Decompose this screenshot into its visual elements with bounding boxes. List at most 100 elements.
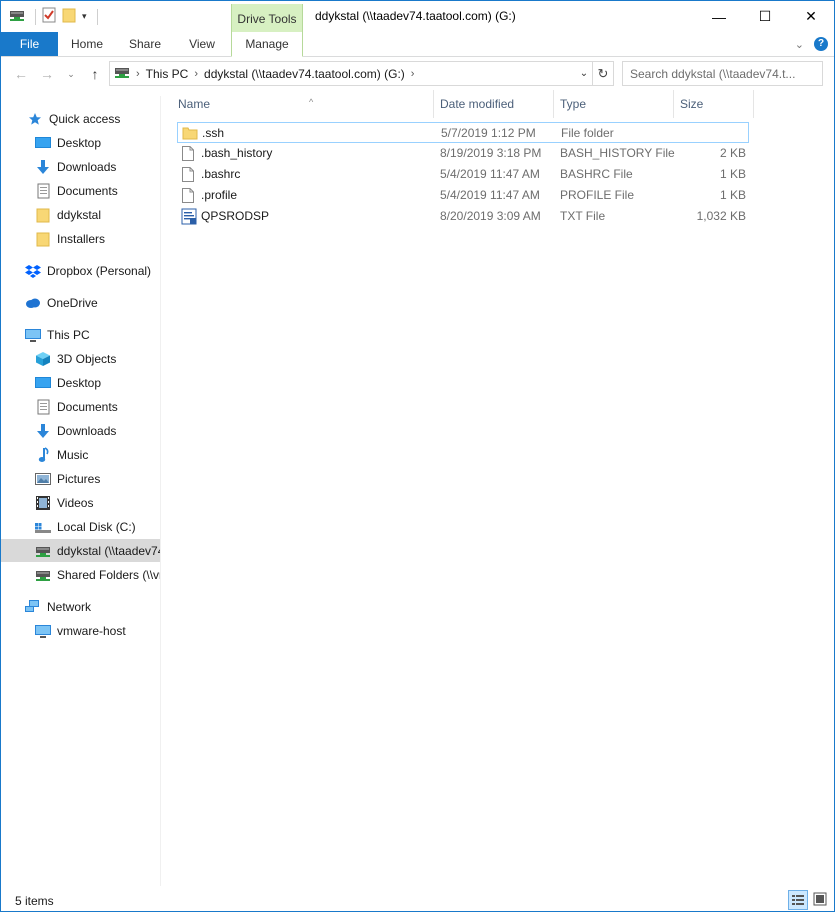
nav-pc-downloads[interactable]: Downloads bbox=[1, 419, 160, 442]
nav-label: This PC bbox=[47, 327, 90, 342]
text-file-icon bbox=[181, 208, 197, 225]
nav-label: Desktop bbox=[57, 135, 102, 150]
downloads-icon bbox=[35, 423, 51, 439]
nav-network[interactable]: Network bbox=[1, 595, 160, 618]
star-icon bbox=[27, 111, 43, 127]
file-type: TXT File bbox=[560, 209, 606, 223]
breadcrumb-this-pc[interactable]: This PC bbox=[146, 67, 189, 81]
title-bar: ▾ Drive Tools ddykstal (\\taadev74.taato… bbox=[1, 1, 834, 32]
navigation-pane[interactable]: Quick access Desktop 📌 Downloads 📌 Docum… bbox=[1, 96, 161, 886]
column-header-size[interactable]: Size bbox=[674, 90, 754, 118]
recent-locations-icon[interactable]: ⌄ bbox=[61, 65, 81, 83]
file-date: 8/20/2019 3:09 AM bbox=[440, 209, 541, 223]
forward-arrow-icon[interactable]: → bbox=[37, 65, 57, 83]
nav-qa-ddykstal[interactable]: ddykstal 📌 bbox=[1, 203, 160, 226]
nav-pc-desktop[interactable]: Desktop bbox=[1, 371, 160, 394]
desktop-icon bbox=[35, 375, 51, 391]
file-row[interactable]: .bashrc 5/4/2019 11:47 AM BASHRC File 1 … bbox=[177, 164, 749, 185]
tab-share[interactable]: Share bbox=[119, 32, 171, 56]
ribbon-tabs: File Home Share View Manage ⌄ ? bbox=[1, 32, 834, 57]
nav-label: 3D Objects bbox=[57, 351, 117, 366]
nav-pc-local-disk[interactable]: Local Disk (C:) bbox=[1, 515, 160, 538]
new-folder-icon[interactable] bbox=[62, 7, 76, 26]
large-icons-view-button[interactable] bbox=[811, 890, 831, 910]
nav-pc-documents[interactable]: Documents bbox=[1, 395, 160, 418]
drive-tools-context-header: Drive Tools bbox=[231, 4, 303, 32]
maximize-button[interactable]: ☐ bbox=[742, 1, 788, 32]
nav-network-vmware-host[interactable]: vmware-host bbox=[1, 619, 160, 642]
tab-view[interactable]: View bbox=[177, 32, 227, 56]
nav-quick-access[interactable]: Quick access bbox=[1, 107, 160, 130]
music-icon bbox=[35, 446, 51, 463]
nav-label: Network bbox=[47, 599, 92, 614]
column-header-name[interactable]: Name ^ bbox=[172, 90, 434, 118]
address-bar[interactable]: › This PC › ddykstal (\\taadev74.taatool… bbox=[109, 61, 614, 86]
nav-label: Dropbox (Personal) bbox=[47, 263, 152, 278]
chevron-right-icon[interactable]: › bbox=[136, 68, 140, 80]
dropbox-icon bbox=[25, 263, 41, 279]
properties-icon[interactable] bbox=[42, 7, 56, 26]
status-bar: 5 items bbox=[1, 888, 834, 911]
file-size: 1 KB bbox=[719, 188, 746, 202]
file-row[interactable]: .bash_history 8/19/2019 3:18 PM BASH_HIS… bbox=[177, 143, 749, 164]
search-placeholder: Search ddykstal (\\taadev74.t... bbox=[630, 67, 796, 81]
file-type: PROFILE File bbox=[560, 188, 635, 202]
file-list[interactable]: Name ^ Date modified Type Size .ssh 5/7/… bbox=[161, 90, 834, 886]
nav-pc-3d-objects[interactable]: 3D Objects bbox=[1, 347, 160, 370]
nav-dropbox[interactable]: Dropbox (Personal) bbox=[1, 259, 160, 282]
nav-label: Local Disk (C:) bbox=[57, 519, 136, 534]
breadcrumb-drive[interactable]: ddykstal (\\taadev74.taatool.com) (G:) bbox=[204, 67, 405, 81]
nav-qa-installers[interactable]: Installers 📌 bbox=[1, 227, 160, 250]
nav-label: Installers bbox=[57, 231, 106, 246]
network-drive-icon bbox=[35, 567, 51, 583]
nav-label: Shared Folders (\\vm bbox=[57, 567, 161, 582]
nav-pc-ddykstal-drive[interactable]: ddykstal (\\taadev74. bbox=[1, 539, 160, 562]
pictures-icon bbox=[35, 471, 51, 487]
details-view-button[interactable] bbox=[788, 890, 808, 910]
tab-home[interactable]: Home bbox=[62, 32, 112, 56]
column-header-type[interactable]: Type bbox=[554, 90, 674, 118]
nav-this-pc[interactable]: This PC bbox=[1, 323, 160, 346]
nav-pc-music[interactable]: Music bbox=[1, 443, 160, 466]
nav-qa-downloads[interactable]: Downloads 📌 bbox=[1, 155, 160, 178]
chevron-right-icon[interactable]: › bbox=[194, 68, 198, 80]
nav-qa-desktop[interactable]: Desktop 📌 bbox=[1, 131, 160, 154]
file-type: File folder bbox=[561, 126, 614, 140]
nav-onedrive[interactable]: OneDrive bbox=[1, 291, 160, 314]
file-row[interactable]: .ssh 5/7/2019 1:12 PM File folder bbox=[177, 122, 749, 143]
breadcrumb: › This PC › ddykstal (\\taadev74.taatool… bbox=[114, 62, 414, 85]
chevron-right-icon[interactable]: › bbox=[411, 68, 415, 80]
search-box[interactable]: Search ddykstal (\\taadev74.t... bbox=[622, 61, 823, 86]
drive-tools-label: Drive Tools bbox=[237, 12, 297, 26]
nav-label: ddykstal bbox=[57, 207, 102, 222]
refresh-icon[interactable]: ↻ bbox=[592, 62, 613, 85]
tab-file[interactable]: File bbox=[1, 32, 58, 56]
back-arrow-icon[interactable]: ← bbox=[11, 65, 31, 83]
minimize-button[interactable]: — bbox=[696, 1, 742, 32]
drive-icon[interactable] bbox=[9, 8, 25, 25]
file-row[interactable]: .profile 5/4/2019 11:47 AM PROFILE File … bbox=[177, 185, 749, 206]
details-view-icon bbox=[792, 895, 804, 905]
file-name: .bash_history bbox=[201, 146, 273, 160]
nav-pc-pictures[interactable]: Pictures bbox=[1, 467, 160, 490]
navigation-bar: ← → ⌄ ↑ › This PC › ddykstal (\\taadev74… bbox=[1, 57, 834, 90]
file-size: 1,032 KB bbox=[696, 209, 746, 223]
file-date: 8/19/2019 3:18 PM bbox=[440, 146, 542, 160]
address-dropdown-icon[interactable]: ⌄ bbox=[577, 62, 591, 85]
help-icon[interactable]: ? bbox=[814, 37, 828, 51]
qat-separator bbox=[35, 8, 36, 25]
nav-label: Music bbox=[57, 447, 89, 462]
close-button[interactable]: ✕ bbox=[788, 1, 834, 32]
nav-pc-shared-folders[interactable]: Shared Folders (\\vm bbox=[1, 563, 161, 586]
network-icon bbox=[25, 599, 41, 615]
nav-qa-documents[interactable]: Documents 📌 bbox=[1, 179, 160, 202]
tab-manage[interactable]: Manage bbox=[231, 32, 303, 57]
expand-ribbon-icon[interactable]: ⌄ bbox=[795, 38, 804, 51]
column-header-date[interactable]: Date modified bbox=[434, 90, 554, 118]
computer-icon bbox=[35, 623, 51, 639]
nav-pc-videos[interactable]: Videos bbox=[1, 491, 160, 514]
customize-qat-icon[interactable]: ▾ bbox=[82, 11, 87, 22]
file-row[interactable]: QPSRODSP 8/20/2019 3:09 AM TXT File 1,03… bbox=[177, 206, 749, 227]
network-drive-icon bbox=[35, 543, 51, 559]
up-arrow-icon[interactable]: ↑ bbox=[85, 65, 105, 83]
